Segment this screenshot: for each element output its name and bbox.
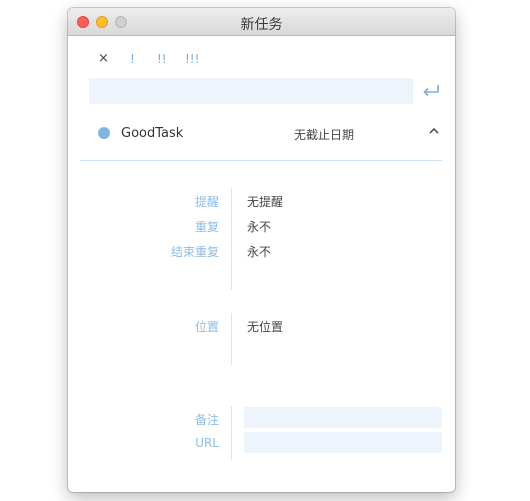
reminder-label: 提醒 [194,195,219,209]
priority-medium-button[interactable]: !! [157,52,167,66]
location-value[interactable]: 无位置 [247,318,283,335]
notes-input[interactable] [244,407,442,428]
end-repeat-label: 结束重复 [170,245,219,259]
reminder-value[interactable]: 无提醒 [247,193,283,210]
url-input[interactable] [244,432,442,453]
list-color-dot[interactable] [98,127,110,139]
notes-label: 备注 [194,413,219,427]
priority-none-button[interactable]: × [98,51,109,66]
location-label: 位置 [194,320,219,334]
section-divider [80,160,442,161]
return-icon[interactable] [422,84,440,98]
list-name[interactable]: GoodTask [121,126,183,141]
repeat-value[interactable]: 永不 [247,218,271,235]
notes-separator [231,406,232,460]
chevron-up-icon[interactable] [428,126,440,136]
repeat-label: 重复 [194,220,219,234]
end-repeat-value[interactable]: 永不 [247,243,271,260]
priority-high-button[interactable]: !!! [185,52,199,66]
new-task-window: 新任务 × ! !! !!! GoodTask 无截止日期 提醒 无提醒 重复 … [68,8,455,492]
url-label: URL [195,436,219,450]
window-title: 新任务 [240,17,283,33]
location-separator [231,313,232,365]
title-bar[interactable]: 新任务 [68,8,455,36]
priority-low-button[interactable]: ! [130,52,135,66]
task-title-input[interactable] [89,78,413,104]
alerts-separator [231,188,232,290]
due-date-button[interactable]: 无截止日期 [294,126,354,143]
